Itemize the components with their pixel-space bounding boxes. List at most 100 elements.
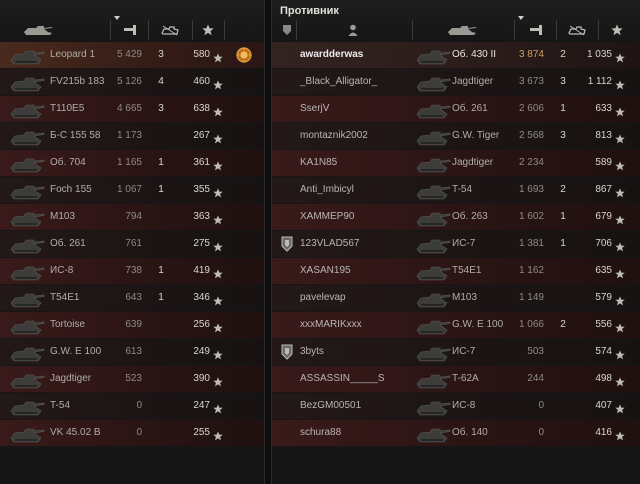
table-row[interactable]: pavelevap M103 1 149 579	[272, 285, 640, 311]
star-icon	[615, 401, 625, 414]
table-row[interactable]: XASAN195 T54E1 1 162 635	[272, 258, 640, 284]
xp-value: 679	[595, 211, 612, 222]
table-row[interactable]: FV215b 183 5 126 4 460	[0, 69, 264, 95]
table-row[interactable]: T-54 0 247	[0, 393, 264, 419]
column-separator	[296, 20, 297, 40]
star-icon[interactable]	[193, 20, 223, 40]
player-name: XASAN195	[300, 265, 351, 276]
player-icon[interactable]	[298, 20, 408, 40]
table-row[interactable]: SserjV Об. 261 2 606 1 633	[272, 96, 640, 122]
destroyed-tank-icon[interactable]	[557, 20, 597, 40]
table-row[interactable]: Foch 155 1 067 1 355	[0, 177, 264, 203]
damage-value: 1 162	[518, 265, 544, 276]
star-icon	[213, 266, 223, 279]
star-icon	[213, 347, 223, 360]
kills-value: 2	[560, 319, 566, 330]
medal-icon	[235, 46, 253, 64]
table-row[interactable]: 123VLAD567 ИС-7 1 381 1 706	[272, 231, 640, 257]
table-row[interactable]: 3byts ИС-7 503 574	[272, 339, 640, 365]
table-row[interactable]: ИС-8 738 1 419	[0, 258, 264, 284]
damage-value: 738	[125, 265, 142, 276]
table-row[interactable]: xxxMARIKxxx G.W. E 100 1 066 2 556	[272, 312, 640, 338]
table-row[interactable]: awardderwas Об. 430 II 3 874 2 1 035	[272, 42, 640, 68]
table-row[interactable]: BezGM00501 ИС-8 0 407	[272, 393, 640, 419]
damage-value: 1 693	[518, 184, 544, 195]
kills-value: 1	[560, 103, 566, 114]
table-row[interactable]: KA1N85 Jagdtiger 2 234 589	[272, 150, 640, 176]
table-row[interactable]: Об. 704 1 165 1 361	[0, 150, 264, 176]
table-row[interactable]: _Black_Alligator_ Jagdtiger 3 673 3 1 112	[272, 69, 640, 95]
table-row[interactable]: schura88 Об. 140 0 416	[272, 420, 640, 446]
damage-value: 0	[538, 400, 544, 411]
player-name: schura88	[300, 427, 342, 438]
xp-value: 706	[595, 238, 612, 249]
player-name: XAMMEP90	[300, 211, 355, 222]
kills-value: 1	[158, 292, 164, 303]
damage-value: 3 874	[518, 49, 544, 60]
tank-icon	[8, 71, 46, 93]
tank-silhouette-icon[interactable]	[413, 20, 513, 40]
damage-value: 523	[125, 373, 142, 384]
table-row[interactable]: montaznik2002 G.W. Tiger 2 568 3 813	[272, 123, 640, 149]
tank-icon	[414, 368, 452, 390]
tank-icon	[414, 98, 452, 120]
kills-value: 3	[560, 76, 566, 87]
tank-silhouette-icon[interactable]	[14, 20, 64, 40]
damage-value: 1 066	[518, 319, 544, 330]
kills-value: 1	[560, 211, 566, 222]
damage-icon[interactable]	[515, 20, 555, 40]
star-icon	[213, 374, 223, 387]
damage-value: 0	[136, 400, 142, 411]
platoon-column-icon[interactable]	[280, 20, 294, 40]
damage-value: 3 673	[518, 76, 544, 87]
tank-icon	[414, 206, 452, 228]
star-icon	[213, 428, 223, 441]
table-row[interactable]: Leopard 15 429 3 580	[0, 42, 264, 68]
table-row[interactable]: XAMMEP90 Об. 263 1 602 1 679	[272, 204, 640, 230]
kills-value	[555, 420, 571, 446]
xp-value: 556	[595, 319, 612, 330]
player-name: 123VLAD567	[300, 238, 360, 249]
star-icon[interactable]	[599, 20, 635, 40]
star-icon	[615, 50, 625, 63]
damage-icon[interactable]	[111, 20, 147, 40]
player-name: 3byts	[300, 346, 324, 357]
left-team-header	[0, 0, 264, 42]
tank-icon	[414, 44, 452, 66]
table-row[interactable]: Jagdtiger 523 390	[0, 366, 264, 392]
table-row[interactable]: Б-С 155 58 1 173 267	[0, 123, 264, 149]
damage-value: 5 429	[116, 49, 142, 60]
star-icon	[213, 104, 223, 117]
table-row[interactable]: T54E1 643 1 346	[0, 285, 264, 311]
table-row[interactable]: VK 45.02 B 0 255	[0, 420, 264, 446]
kills-value: 3	[158, 49, 164, 60]
xp-value: 813	[595, 130, 612, 141]
kills-value	[150, 366, 172, 392]
xp-value: 256	[193, 319, 210, 330]
tank-icon	[8, 260, 46, 282]
table-row[interactable]: ASSASSIN_____S T-62A 244 498	[272, 366, 640, 392]
damage-value: 2 606	[518, 103, 544, 114]
table-row[interactable]: M103 794 363	[0, 204, 264, 230]
damage-value: 2 568	[518, 130, 544, 141]
tank-icon	[8, 233, 46, 255]
table-row[interactable]: Об. 261 761 275	[0, 231, 264, 257]
table-row[interactable]: Anti_Imbicyl T-54 1 693 2 867	[272, 177, 640, 203]
destroyed-tank-icon[interactable]	[149, 20, 191, 40]
star-icon	[213, 212, 223, 225]
damage-value: 794	[125, 211, 142, 222]
tank-icon	[8, 152, 46, 174]
tank-icon	[8, 125, 46, 147]
xp-value: 633	[595, 103, 612, 114]
damage-value: 613	[125, 346, 142, 357]
xp-value: 247	[193, 400, 210, 411]
table-row[interactable]: Tortoise 639 256	[0, 312, 264, 338]
table-row[interactable]: G.W. E 100 613 249	[0, 339, 264, 365]
left-team-panel: Leopard 15 429 3 580 FV215b 183 5 126 4 460 T11…	[0, 0, 264, 484]
xp-value: 419	[193, 265, 210, 276]
damage-value: 4 665	[116, 103, 142, 114]
kills-value	[555, 285, 571, 311]
damage-value: 503	[527, 346, 544, 357]
kills-value: 1	[158, 157, 164, 168]
table-row[interactable]: T110E5 4 665 3 638	[0, 96, 264, 122]
